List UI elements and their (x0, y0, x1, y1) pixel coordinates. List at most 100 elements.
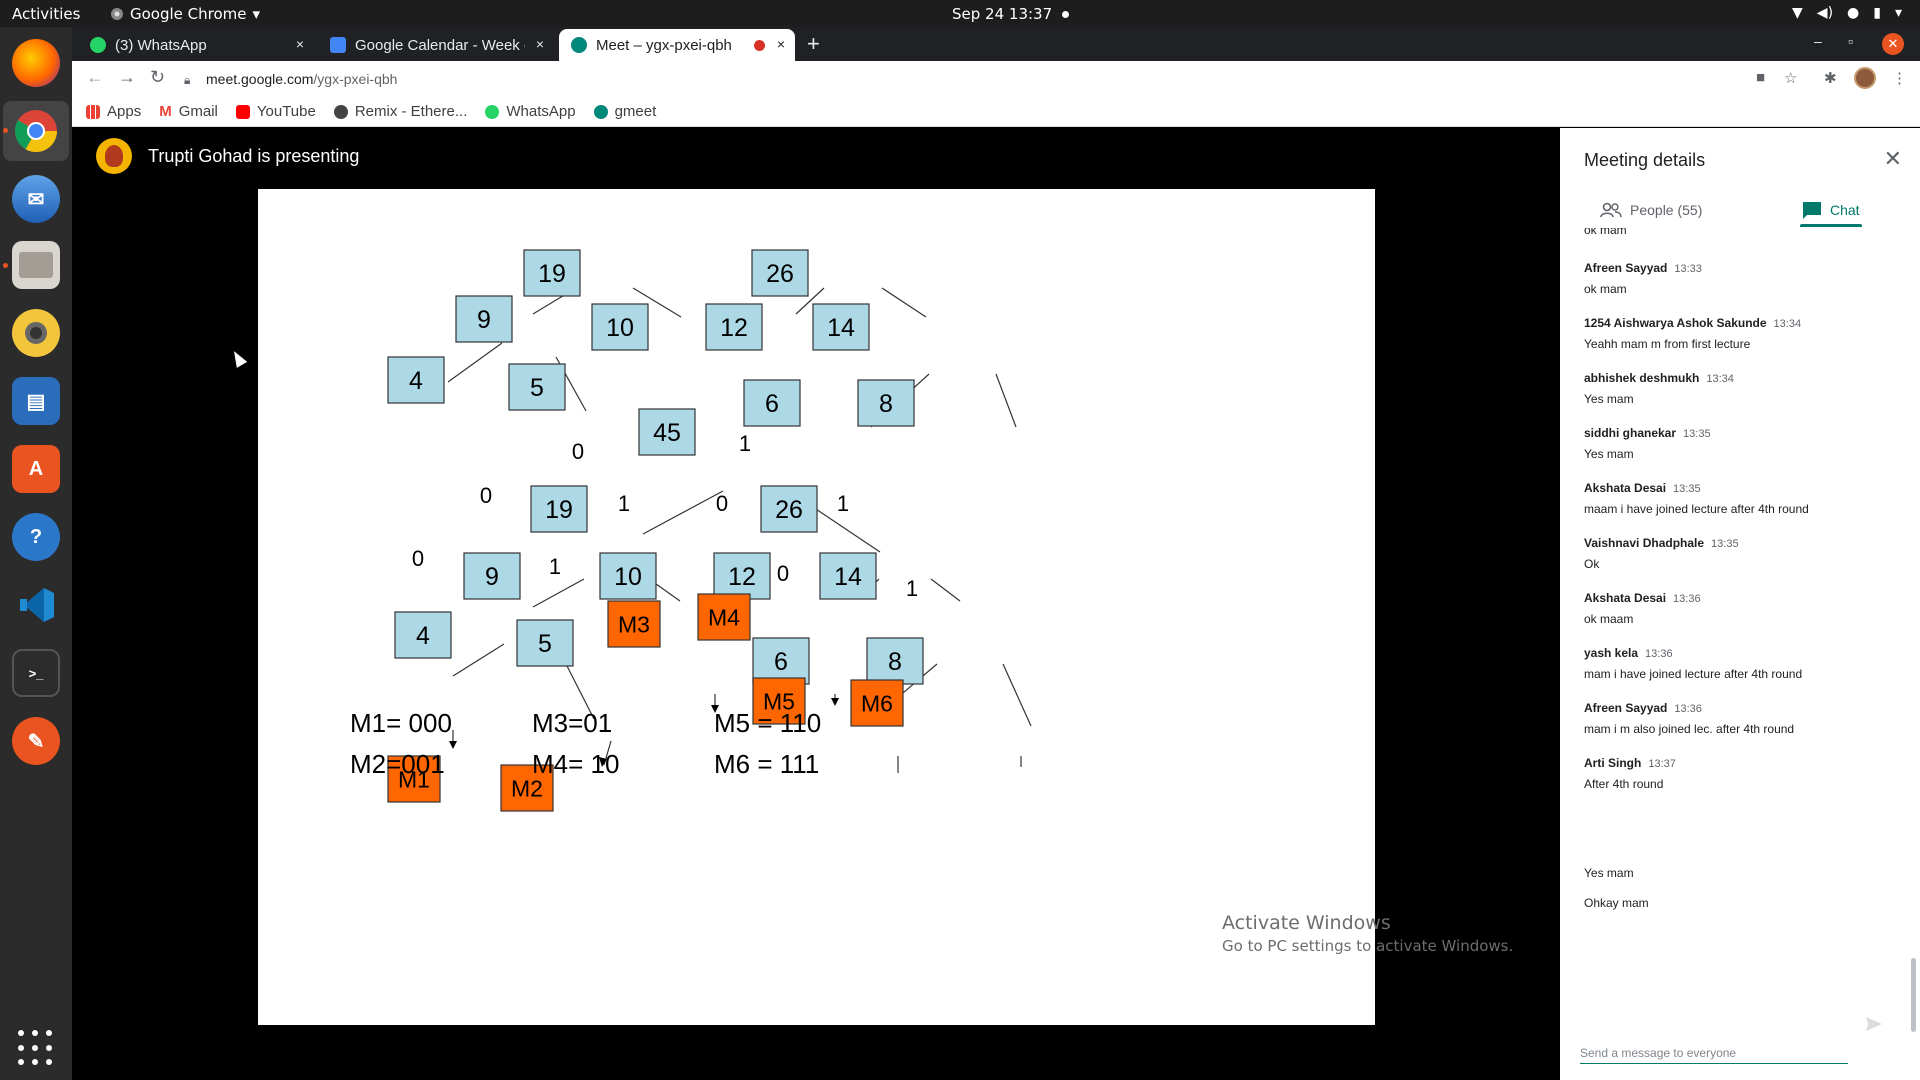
chat-message: Akshata Desai 13:36 ok maam (1584, 591, 1894, 626)
profile-avatar[interactable] (1854, 67, 1876, 89)
mic-icon: ● (1847, 5, 1860, 21)
svg-text:4: 4 (416, 622, 430, 650)
app-menu[interactable]: Google Chrome ▾ (110, 5, 260, 23)
new-tab-button[interactable]: + (807, 31, 820, 57)
bookmark-apps[interactable]: Apps (86, 103, 141, 120)
huffman-node: 19 (530, 485, 588, 533)
tab-whatsapp[interactable]: (3) WhatsApp × (78, 29, 314, 61)
send-icon[interactable] (1865, 1016, 1883, 1037)
close-icon[interactable]: × (296, 36, 304, 52)
writer-icon[interactable]: ▤ (12, 377, 60, 425)
rhythmbox-icon[interactable] (12, 309, 60, 357)
code-label: M6 = 111 (714, 749, 819, 779)
chrome-small-icon (111, 8, 123, 20)
message-time: 13:34 (1773, 318, 1802, 330)
activities-button[interactable]: Activities (12, 5, 80, 23)
edge-label: 1 (618, 491, 630, 516)
bookmark-whatsapp[interactable]: WhatsApp (485, 103, 576, 120)
close-icon[interactable]: × (777, 36, 785, 52)
reload-icon[interactable]: ↻ (150, 67, 165, 88)
address-bar[interactable]: 🔒︎ meet.google.com/ygx-pxei-qbh (184, 65, 1814, 93)
back-icon[interactable]: ← (86, 67, 104, 88)
calendar-icon (330, 37, 346, 53)
vscode-icon[interactable] (12, 581, 60, 629)
show-apps-icon[interactable] (18, 1030, 54, 1066)
leaf-node: M4 (697, 593, 751, 641)
edge-label: 1 (739, 431, 751, 456)
url-domain: meet.google.com (206, 71, 314, 87)
svg-text:45: 45 (653, 419, 681, 447)
leaf-node: M6 (850, 679, 904, 727)
huffman-node: 12 (713, 552, 771, 600)
volume-icon: ◀) (1816, 5, 1834, 21)
svg-text:4: 4 (409, 367, 423, 395)
message-sender: yash kela (1584, 646, 1639, 660)
tree-node: 5 (508, 363, 566, 411)
message-time: 13:35 (1683, 428, 1711, 440)
message-time: 13:36 (1674, 703, 1702, 715)
software-center-icon[interactable]: A (12, 445, 60, 493)
camera-icon[interactable]: ■ (1756, 69, 1765, 86)
menu-icon[interactable]: ⋮ (1892, 69, 1907, 87)
bookmark-label: Apps (107, 103, 142, 120)
message-text: Ohkay mam (1584, 896, 1649, 910)
extensions-icon[interactable]: ✱ (1824, 69, 1837, 87)
close-icon[interactable]: ✕ (1884, 146, 1902, 172)
message-text: Ok (1584, 557, 1600, 571)
thunderbird-icon[interactable]: ✉ (12, 175, 60, 223)
message-input[interactable]: Send a message to everyone (1580, 1046, 1848, 1064)
message-time: 13:35 (1673, 483, 1701, 495)
firefox-icon[interactable] (12, 39, 60, 87)
meet-icon (571, 37, 587, 53)
chevron-down-icon: ▾ (1894, 5, 1902, 21)
message-text: ok maam (1584, 612, 1634, 626)
window-close-button[interactable]: ✕ (1882, 33, 1904, 55)
chevron-down-icon: ▾ (252, 5, 261, 23)
lock-icon: 🔒︎ (184, 73, 191, 87)
close-icon[interactable]: × (536, 36, 544, 52)
tab-calendar[interactable]: Google Calendar - Week o × (318, 29, 554, 61)
chat-scrollbar[interactable] (1911, 958, 1916, 1032)
postman-icon[interactable]: ✎ (12, 717, 60, 765)
mouse-cursor (228, 348, 248, 368)
maximize-button[interactable]: ▫ (1848, 33, 1853, 49)
tab-people[interactable]: People (55) (1600, 194, 1702, 226)
forward-icon[interactable]: → (118, 67, 136, 88)
message-text: mam i have joined lecture after 4th roun… (1584, 667, 1803, 681)
panel-title: Meeting details (1584, 150, 1706, 170)
message-text: Yes mam (1584, 866, 1634, 880)
files-icon[interactable] (12, 241, 60, 289)
bookmark-gmeet[interactable]: gmeet (593, 103, 656, 120)
minimize-button[interactable]: – (1814, 33, 1822, 49)
people-tab-label: People (55) (1630, 202, 1703, 218)
meeting-details-panel: Meeting details ✕ People (55) Chat ok ma… (1560, 128, 1920, 1080)
message-text: ok mam (1584, 228, 1627, 237)
clock[interactable]: Sep 24 13:37 (952, 5, 1070, 23)
terminal-icon[interactable]: >_ (12, 649, 60, 697)
meet-icon (593, 104, 608, 119)
running-indicator (3, 128, 8, 133)
chat-message: Vaishnavi Dhadphale 13:35 Ok (1584, 536, 1894, 571)
edge-label: 1 (906, 576, 918, 601)
tab-chat[interactable]: Chat (1802, 194, 1860, 226)
help-icon[interactable]: ? (12, 513, 60, 561)
huffman-node: 4 (394, 611, 452, 659)
bookmarks-bar: Apps M Gmail YouTube Remix - Ethere... Wh… (72, 97, 1920, 127)
message-sender: 1254 Aishwarya Ashok Sakunde (1584, 316, 1767, 330)
svg-text:8: 8 (879, 390, 893, 418)
bookmark-youtube[interactable]: YouTube (235, 103, 316, 120)
message-sender: abhishek deshmukh (1584, 371, 1700, 385)
watermark-subtitle: Go to PC settings to activate Windows. (1222, 937, 1514, 955)
message-text: maam i have joined lecture after 4th rou… (1584, 502, 1809, 516)
chrome-icon[interactable] (12, 107, 60, 155)
system-tray[interactable]: ▼ ◀) ● ▮ ▾ (1792, 5, 1902, 21)
huffman-diagram: 199 104 52612 146 84519 269 10 12 144 56 8M1 M2M3 M4… (350, 249, 1032, 812)
svg-text:19: 19 (538, 260, 566, 288)
tab-meet[interactable]: Meet – ygx-pxei-qbh × (559, 29, 795, 61)
bookmark-gmail[interactable]: M Gmail (159, 103, 218, 120)
message-text: Yes mam (1584, 392, 1634, 406)
code-layer: M1= 000 M2=001 M3=01 M4= 10 M5 = 110 M6 = 111 (350, 708, 821, 779)
chat-message-list[interactable]: ok mam Afreen Sayyad 13:33 ok mam 1254 Aish… (1560, 228, 1920, 940)
bookmark-remix[interactable]: Remix - Ethere... (333, 103, 467, 120)
star-icon[interactable]: ☆ (1784, 69, 1797, 87)
